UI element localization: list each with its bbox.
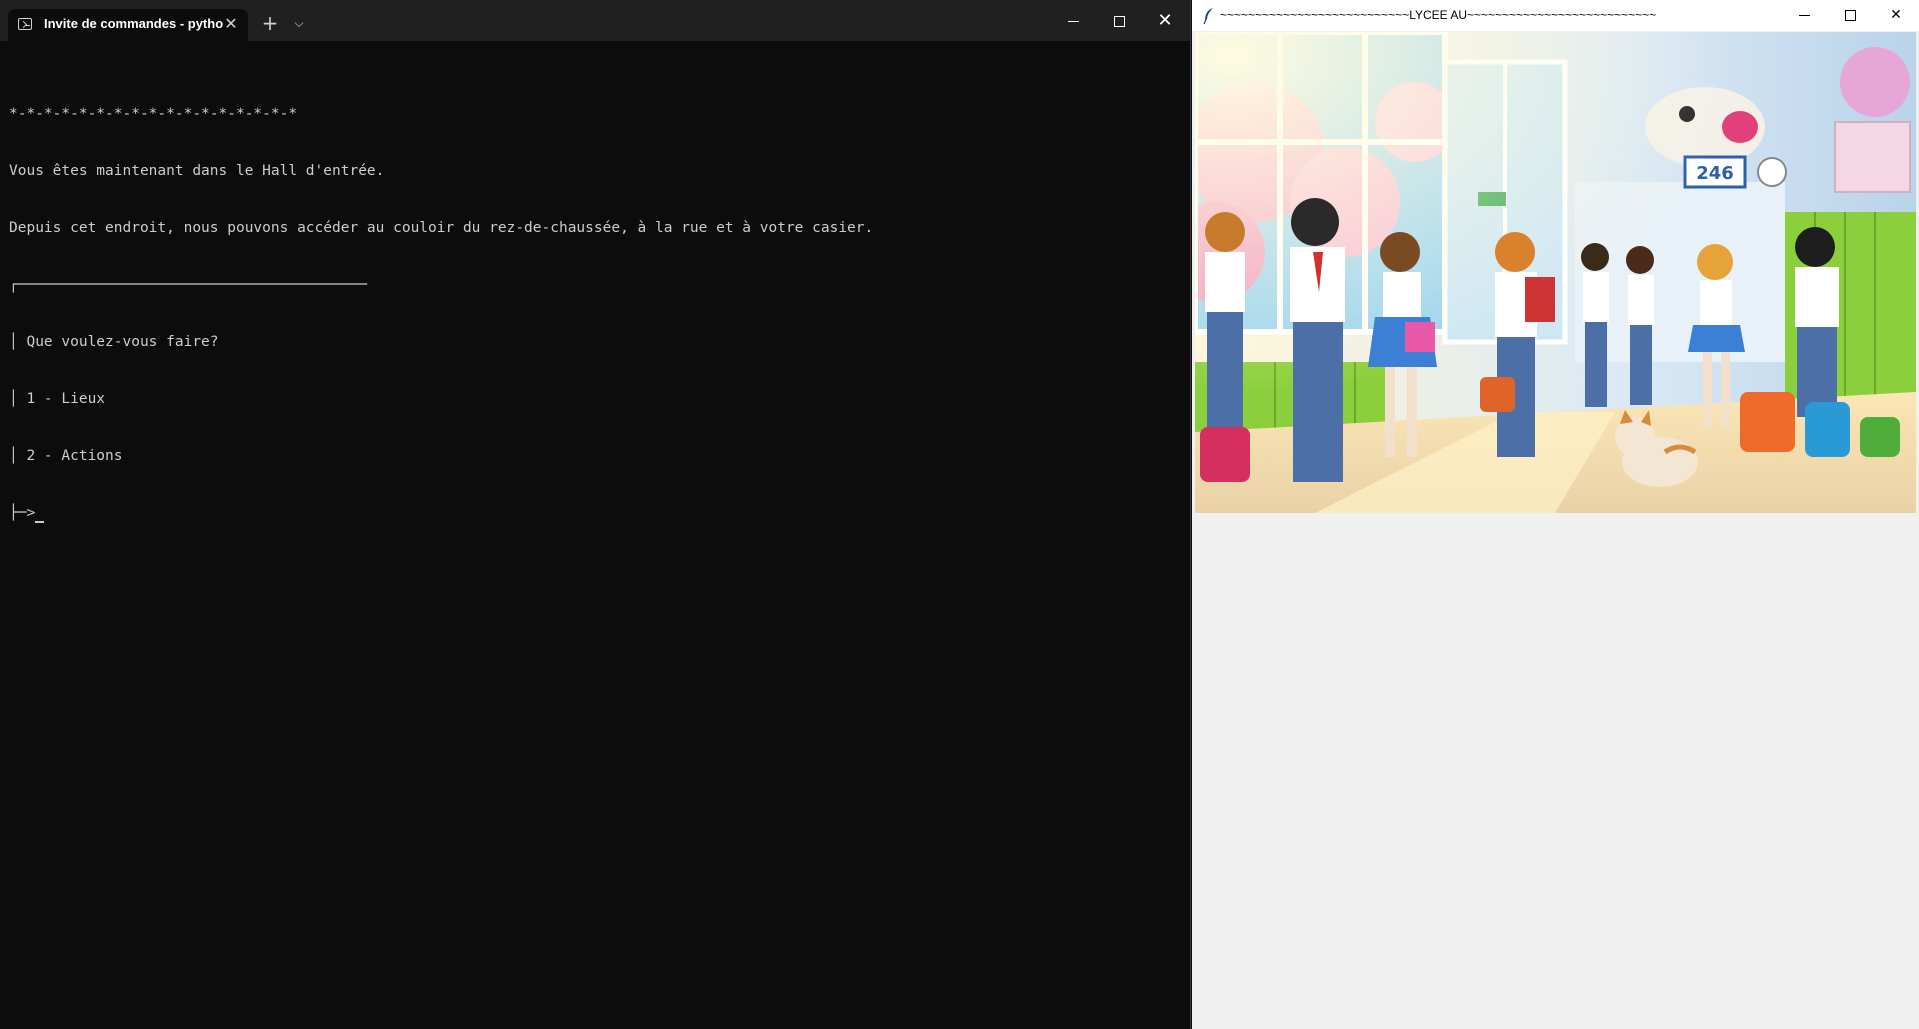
separator-line: *-*-*-*-*-*-*-*-*-*-*-*-*-*-*-*-*: [9, 106, 298, 122]
terminal-tab[interactable]: Invite de commandes - pytho ✕: [8, 9, 248, 41]
feather-icon: [1203, 8, 1213, 25]
menu-top-border: ┌───────────────────────────────────────…: [9, 277, 367, 293]
menu-option-actions: │ 2 - Actions: [9, 448, 123, 464]
input-prompt[interactable]: ├─>: [9, 504, 1190, 523]
close-button[interactable]: ✕: [1142, 0, 1188, 41]
menu-option-lieux: │ 1 - Lieux: [9, 391, 106, 407]
new-tab-button[interactable]: +: [258, 11, 282, 35]
image-window-titlebar: ~~~~~~~~~~~~~~~~~~~~~~~~~~~LYCEE AU~~~~~…: [1192, 0, 1919, 31]
tab-close-icon[interactable]: ✕: [220, 13, 242, 35]
location-line: Vous êtes maintenant dans le Hall d'entr…: [9, 163, 385, 179]
minimize-icon: [1067, 21, 1079, 22]
school-hall-image: 246: [1195, 32, 1916, 513]
image-window: ~~~~~~~~~~~~~~~~~~~~~~~~~~~LYCEE AU~~~~~…: [1192, 0, 1919, 1029]
terminal-window: Invite de commandes - pytho ✕ + ⌵ ✕ *-*-…: [0, 0, 1191, 1029]
image-close-button[interactable]: ✕: [1873, 0, 1919, 31]
image-minimize-button[interactable]: [1781, 0, 1827, 31]
image-window-title: ~~~~~~~~~~~~~~~~~~~~~~~~~~~LYCEE AU~~~~~…: [1220, 8, 1657, 22]
description-line: Depuis cet endroit, nous pouvons accéder…: [9, 220, 874, 236]
minimize-icon: [1798, 14, 1810, 16]
command-prompt-icon: [18, 18, 32, 30]
tab-title: Invite de commandes - pytho: [44, 16, 224, 31]
terminal-output[interactable]: *-*-*-*-*-*-*-*-*-*-*-*-*-*-*-*-* Vous ê…: [9, 67, 1190, 1029]
terminal-titlebar: Invite de commandes - pytho ✕ + ⌵ ✕: [0, 0, 1190, 41]
tab-dropdown-icon[interactable]: ⌵: [288, 11, 310, 35]
prompt-arrow: ├─>: [9, 505, 36, 521]
maximize-icon: [1113, 16, 1125, 27]
image-maximize-button[interactable]: [1827, 0, 1873, 31]
maximize-button[interactable]: [1096, 0, 1142, 41]
menu-question: │ Que voulez-vous faire?: [9, 334, 219, 350]
minimize-button[interactable]: [1050, 0, 1096, 41]
maximize-icon: [1844, 9, 1856, 21]
text-cursor: [35, 521, 45, 523]
